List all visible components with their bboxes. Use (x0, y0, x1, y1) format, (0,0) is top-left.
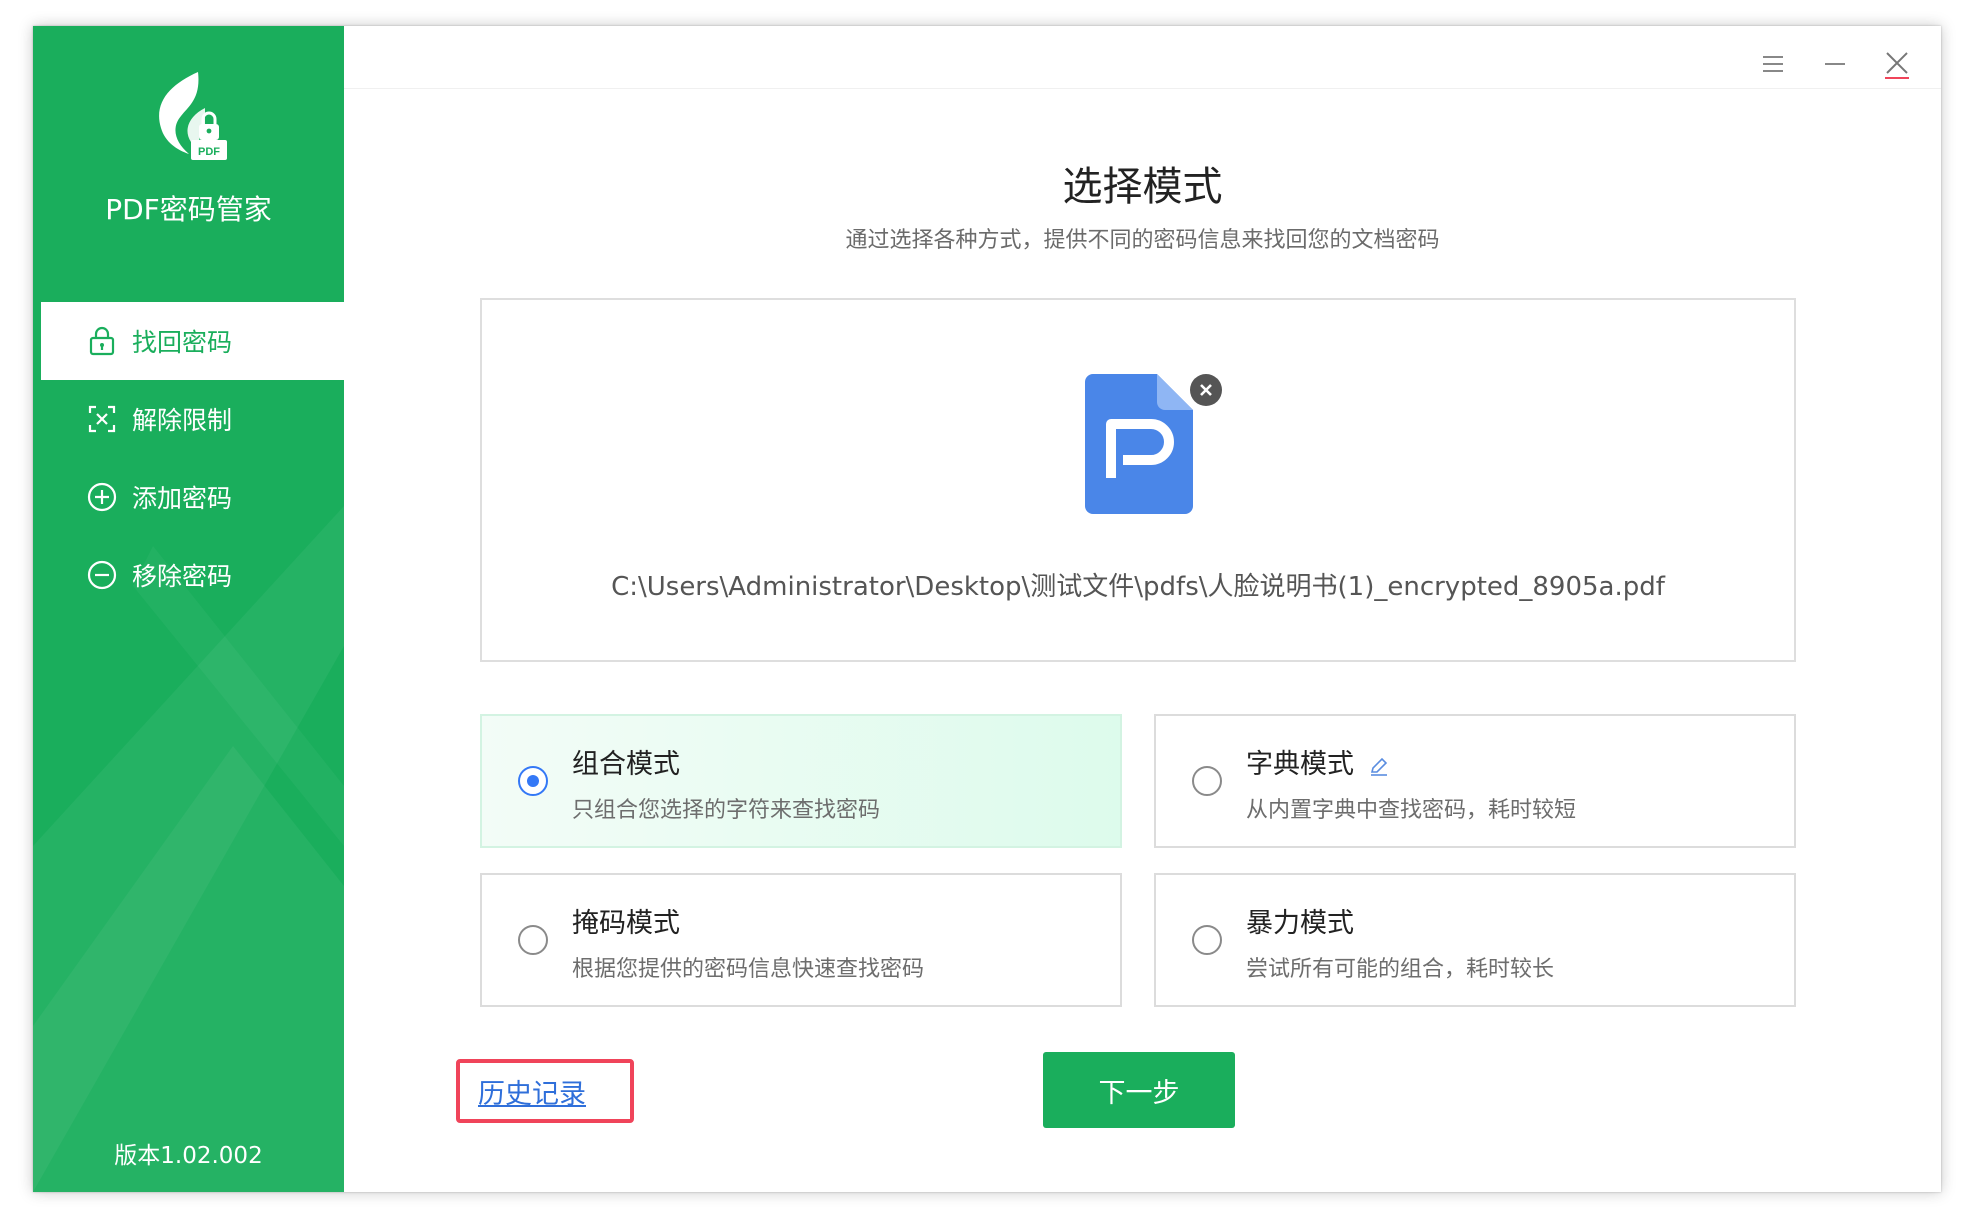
sidebar-item-remove-restriction[interactable]: 解除限制 (41, 380, 344, 458)
file-path: C:\Users\Administrator\Desktop\测试文件\pdfs… (611, 572, 1665, 602)
close-icon (1885, 52, 1909, 79)
app-logo: PDF (159, 72, 227, 160)
mode-card-brute-force[interactable]: 暴力模式 尝试所有可能的组合，耗时较长 (1154, 873, 1796, 1007)
pdf-file-icon (1085, 374, 1193, 514)
sidebar-nav: 找回密码 解除限制 添加密码 移除密码 (41, 302, 344, 614)
history-link[interactable]: 历史记录 (456, 1059, 634, 1123)
mode-description: 根据您提供的密码信息快速查找密码 (572, 957, 925, 982)
window-controls (1747, 40, 1923, 88)
minimize-icon (1825, 63, 1845, 65)
radio-button[interactable] (1192, 925, 1222, 955)
sidebar-item-add-password[interactable]: 添加密码 (41, 458, 344, 536)
mode-card-mask[interactable]: 掩码模式 根据您提供的密码信息快速查找密码 (480, 873, 1122, 1007)
sidebar-item-label: 找回密码 (132, 328, 233, 357)
remove-file-button[interactable] (1190, 374, 1222, 406)
sidebar: PDF PDF密码管家 找回密码 解除限制 添加密码 移除密码 版本1.02.0… (33, 26, 344, 1192)
radio-button[interactable] (1192, 766, 1222, 796)
version-label: 版本1.02.002 (114, 1143, 263, 1169)
sidebar-item-remove-password[interactable]: 移除密码 (41, 536, 344, 614)
radio-button[interactable] (518, 925, 548, 955)
mode-description: 从内置字典中查找密码，耗时较短 (1246, 798, 1577, 823)
minus-circle-icon (87, 560, 117, 590)
sidebar-item-recover-password[interactable]: 找回密码 (41, 302, 344, 380)
sidebar-item-label: 添加密码 (132, 484, 233, 513)
close-button[interactable] (1871, 40, 1923, 88)
menu-button[interactable] (1747, 40, 1799, 88)
unlock-frame-icon (88, 405, 116, 433)
close-icon (1200, 384, 1212, 396)
edit-icon[interactable] (1368, 755, 1390, 777)
mode-name: 暴力模式 (1246, 908, 1354, 939)
minimize-button[interactable] (1809, 40, 1861, 88)
mode-description: 尝试所有可能的组合，耗时较长 (1246, 957, 1555, 982)
svg-text:PDF: PDF (198, 146, 220, 158)
mode-name: 组合模式 (572, 749, 680, 780)
next-button[interactable]: 下一步 (1043, 1052, 1235, 1128)
page-subtitle: 通过选择各种方式，提供不同的密码信息来找回您的文档密码 (845, 228, 1440, 253)
app-title: PDF密码管家 (105, 193, 272, 226)
app-window: PDF PDF密码管家 找回密码 解除限制 添加密码 移除密码 版本1.02.0… (33, 26, 1941, 1192)
mode-card-combination[interactable]: 组合模式 只组合您选择的字符来查找密码 (480, 714, 1122, 848)
mode-card-dictionary[interactable]: 字典模式 从内置字典中查找密码，耗时较短 (1154, 714, 1796, 848)
file-drop-area[interactable]: C:\Users\Administrator\Desktop\测试文件\pdfs… (480, 298, 1796, 662)
menu-icon (1763, 56, 1783, 72)
mode-name-row: 字典模式 (1246, 742, 1390, 781)
radio-button[interactable] (518, 766, 548, 796)
mode-name: 字典模式 (1246, 749, 1354, 780)
title-bar-divider (344, 88, 1941, 89)
sidebar-item-label: 移除密码 (132, 562, 233, 591)
mode-description: 只组合您选择的字符来查找密码 (572, 798, 881, 823)
lock-icon (89, 326, 115, 356)
sidebar-item-label: 解除限制 (132, 406, 233, 435)
page-title: 选择模式 (1062, 164, 1223, 210)
mode-name: 掩码模式 (572, 908, 680, 939)
plus-circle-icon (87, 482, 117, 512)
